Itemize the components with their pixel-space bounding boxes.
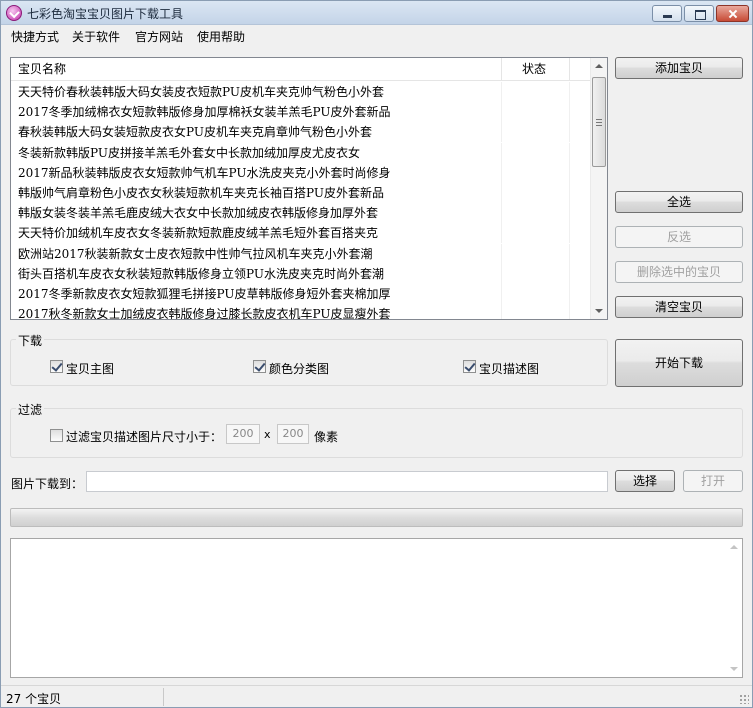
list-item[interactable]: 2017冬季加绒棉衣女短款韩版修身加厚棉袄女装羊羔毛PU皮外套新品 xyxy=(11,102,591,123)
list-item[interactable]: 春秋装韩版大码女装短款皮衣女PU皮机车夹克肩章帅气粉色小外套 xyxy=(11,122,591,143)
select-all-button[interactable]: 全选 xyxy=(615,191,743,213)
list-item-name: 欧洲站2017秋装新款女士皮衣短款中性帅气拉风机车夹克小外套潮 xyxy=(18,246,373,261)
list-item[interactable]: 天天特价加绒机车皮衣女冬装新款短款鹿皮绒羊羔毛短外套百搭夹克 xyxy=(11,223,591,244)
menu-help[interactable]: 使用帮助 xyxy=(197,28,245,45)
window-title: 七彩色淘宝宝贝图片下载工具 xyxy=(27,7,184,21)
list-item-name: 2017新品秋装韩版皮衣女短款帅气机车PU水洗皮夹克小外套时尚修身 xyxy=(18,165,391,180)
filter-height-input[interactable]: 200 xyxy=(277,424,309,444)
choose-folder-button[interactable]: 选择 xyxy=(615,470,675,492)
main-window: 七彩色淘宝宝贝图片下载工具 快捷方式 关于软件 官方网站 使用帮助 宝贝名称 状… xyxy=(0,0,753,708)
list-item[interactable]: 2017秋冬新款女士加绒皮衣韩版修身过膝长款皮衣机车PU皮显瘦外套 xyxy=(11,304,591,320)
log-scroll-down-icon[interactable] xyxy=(730,667,738,671)
invert-selection-button[interactable]: 反选 xyxy=(615,226,743,248)
filter-width-input[interactable]: 200 xyxy=(226,424,260,444)
log-scroll-up-icon[interactable] xyxy=(730,545,738,549)
close-button[interactable] xyxy=(716,5,749,22)
main-image-label: 宝贝主图 xyxy=(66,362,115,376)
status-separator xyxy=(163,688,164,706)
list-item[interactable]: 韩版帅气肩章粉色小皮衣女秋装短款机车夹克长袖百搭PU皮外套新品 xyxy=(11,182,591,203)
list-item-name: 2017秋冬新款女士加绒皮衣韩版修身过膝长款皮衣机车PU皮显瘦外套 xyxy=(18,307,391,320)
list-item[interactable]: 街头百搭机车皮衣女秋装短款韩版修身立领PU水洗皮夹克时尚外套潮 xyxy=(11,263,591,284)
list-item-name: 春秋装韩版大码女装短款皮衣女PU皮机车夹克肩章帅气粉色小外套 xyxy=(18,125,372,140)
list-item[interactable]: 欧洲站2017秋装新款女士皮衣短款中性帅气拉风机车夹克小外套潮 xyxy=(11,243,591,264)
add-item-button[interactable]: 添加宝贝 xyxy=(615,57,743,79)
filter-size-label: 过滤宝贝描述图片尺寸小于： xyxy=(66,430,223,444)
list-item-name: 天天特价加绒机车皮衣女冬装新款短款鹿皮绒羊羔毛短外套百搭夹克 xyxy=(18,226,379,241)
save-path-label: 图片下载到： xyxy=(11,477,84,491)
maximize-button[interactable] xyxy=(684,5,714,22)
list-item-name: 2017冬季新款皮衣女短款狐狸毛拼接PU皮草韩版修身短外套夹棉加厚 xyxy=(18,286,391,301)
column-header-status[interactable]: 状态 xyxy=(502,58,570,81)
download-progress-bar xyxy=(10,508,743,527)
list-item[interactable]: 韩版女装冬装羊羔毛鹿皮绒大衣女中长款加绒皮衣韩版修身加厚外套 xyxy=(11,203,591,224)
times-sign: x xyxy=(264,428,271,441)
list-scrollbar[interactable] xyxy=(590,58,607,319)
resize-grip-icon[interactable] xyxy=(739,694,749,704)
color-image-checkbox[interactable] xyxy=(253,360,266,373)
clear-items-button[interactable]: 清空宝贝 xyxy=(615,296,743,318)
menu-shortcuts[interactable]: 快捷方式 xyxy=(11,28,59,45)
log-output[interactable] xyxy=(10,538,743,678)
list-item[interactable]: 冬装新款韩版PU皮拼接羊羔毛外套女中长款加绒加厚皮尤皮衣女 xyxy=(11,142,591,163)
list-item[interactable]: 2017冬季新款皮衣女短款狐狸毛拼接PU皮草韩版修身短外套夹棉加厚 xyxy=(11,283,591,304)
menu-website[interactable]: 官方网站 xyxy=(135,28,183,45)
main-image-checkbox[interactable] xyxy=(50,360,63,373)
list-item[interactable]: 天天特价春秋装韩版大码女装皮衣短款PU皮机车夹克帅气粉色小外套 xyxy=(11,82,591,102)
scroll-down-icon[interactable] xyxy=(595,309,603,313)
list-item-name: 街头百搭机车皮衣女秋装短款韩版修身立领PU水洗皮夹克时尚外套潮 xyxy=(18,266,384,281)
list-item[interactable]: 2017新品秋装韩版皮衣女短款帅气机车PU水洗皮夹克小外套时尚修身 xyxy=(11,162,591,183)
filter-size-checkbox[interactable] xyxy=(50,429,63,442)
minimize-button[interactable] xyxy=(652,5,682,22)
start-download-button[interactable]: 开始下载 xyxy=(615,339,743,387)
delete-selected-button[interactable]: 删除选中的宝贝 xyxy=(615,261,743,283)
scroll-thumb[interactable] xyxy=(592,77,606,167)
list-item-name: 韩版女装冬装羊羔毛鹿皮绒大衣女中长款加绒皮衣韩版修身加厚外套 xyxy=(18,206,379,221)
status-bar: 27 个宝贝 xyxy=(1,685,752,707)
list-item-name: 冬装新款韩版PU皮拼接羊羔毛外套女中长款加绒加厚皮尤皮衣女 xyxy=(18,145,360,160)
item-count: 27 个宝贝 xyxy=(6,692,62,706)
list-item-name: 韩版帅气肩章粉色小皮衣女秋装短款机车夹克长袖百搭PU皮外套新品 xyxy=(18,185,384,200)
app-download-icon xyxy=(6,5,22,21)
open-folder-button[interactable]: 打开 xyxy=(683,470,743,492)
description-image-label: 宝贝描述图 xyxy=(479,362,540,376)
description-image-checkbox[interactable] xyxy=(463,360,476,373)
menu-bar: 快捷方式 关于软件 官方网站 使用帮助 xyxy=(1,25,752,45)
title-bar: 七彩色淘宝宝贝图片下载工具 xyxy=(1,1,752,25)
list-body: 天天特价春秋装韩版大码女装皮衣短款PU皮机车夹克帅气粉色小外套 2017冬季加绒棉… xyxy=(11,82,591,320)
column-header-name[interactable]: 宝贝名称 xyxy=(11,58,502,81)
download-group-title: 下载 xyxy=(16,332,45,349)
list-header: 宝贝名称 状态 xyxy=(11,58,591,81)
color-image-label: 颜色分类图 xyxy=(269,362,330,376)
scroll-up-icon[interactable] xyxy=(595,64,603,68)
list-item-name: 2017冬季加绒棉衣女短款韩版修身加厚棉袄女装羊羔毛PU皮外套新品 xyxy=(18,105,391,120)
filter-group-title: 过滤 xyxy=(16,401,45,418)
list-item-name: 天天特价春秋装韩版大码女装皮衣短款PU皮机车夹克帅气粉色小外套 xyxy=(18,85,384,99)
save-path-input[interactable] xyxy=(86,471,608,492)
menu-about[interactable]: 关于软件 xyxy=(72,28,120,45)
item-list[interactable]: 宝贝名称 状态 天天特价春秋装韩版大码女装皮衣短款PU皮机车夹克帅气粉色小外套 2… xyxy=(10,57,608,320)
pixel-unit-label: 像素 xyxy=(314,430,339,444)
